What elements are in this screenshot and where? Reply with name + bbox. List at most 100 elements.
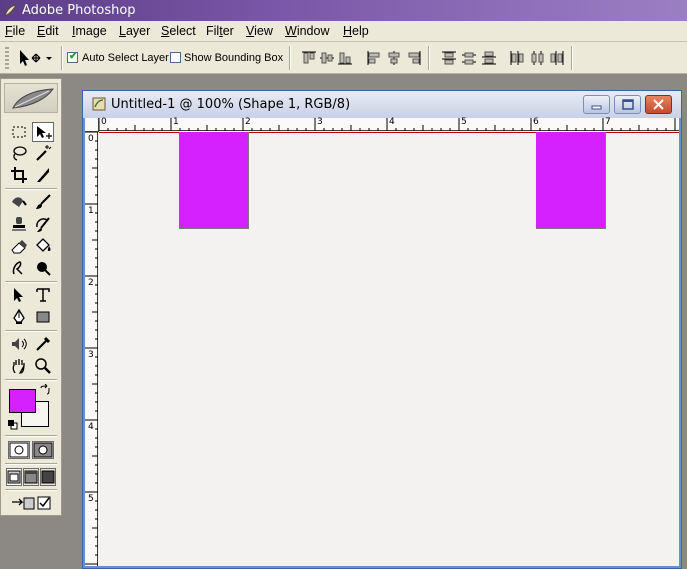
imageready-icon bbox=[12, 496, 51, 510]
marquee-tool[interactable] bbox=[8, 122, 30, 142]
magenta-rectangle-shape[interactable] bbox=[536, 132, 606, 229]
pen-nib-icon bbox=[13, 308, 25, 324]
standard-mode-button[interactable] bbox=[8, 441, 30, 459]
menu-help[interactable]: Help bbox=[343, 24, 369, 38]
lasso-tool[interactable] bbox=[8, 143, 30, 163]
eraser-tool[interactable] bbox=[8, 236, 30, 256]
smudge-finger-icon bbox=[12, 261, 23, 275]
dodge-icon bbox=[37, 262, 51, 276]
align-bottom-edges-icon[interactable] bbox=[336, 49, 354, 67]
toolbox-separator bbox=[5, 463, 57, 465]
rectangle-shape-tool[interactable] bbox=[32, 307, 54, 327]
rectangular-marquee-icon bbox=[12, 126, 26, 138]
distribute-bottom-icon[interactable] bbox=[480, 49, 498, 67]
default-colors-icon[interactable] bbox=[8, 420, 18, 430]
align-left-edges-icon[interactable] bbox=[365, 49, 383, 67]
align-horizontal-centers-icon[interactable] bbox=[385, 49, 403, 67]
path-selection-tool[interactable] bbox=[8, 285, 30, 305]
checkmark-icon: ✔ bbox=[69, 51, 78, 62]
auto-select-layer-checkbox[interactable]: ✔ bbox=[67, 51, 78, 63]
align-right-edges-icon[interactable] bbox=[405, 49, 423, 67]
history-brush-icon bbox=[36, 217, 50, 232]
foreground-color-swatch[interactable] bbox=[9, 389, 36, 413]
ruler-origin[interactable] bbox=[85, 118, 99, 132]
toolbox-separator bbox=[5, 330, 57, 332]
pen-tool[interactable] bbox=[8, 307, 30, 327]
distribute-vertical-centers-icon[interactable] bbox=[460, 49, 478, 67]
brush-tool[interactable] bbox=[32, 192, 54, 212]
options-separator bbox=[61, 46, 63, 70]
options-bar: ✔ Auto Select Layer Show Bounding Box bbox=[0, 42, 687, 74]
toolbox-header[interactable] bbox=[4, 83, 58, 113]
menu-edit[interactable]: Edit bbox=[37, 24, 59, 38]
options-separator bbox=[289, 46, 291, 70]
options-separator bbox=[428, 46, 430, 70]
menu-filter-pre: Fil bbox=[206, 24, 220, 38]
minimize-button[interactable] bbox=[583, 95, 610, 114]
menu-window-mnemonic: W bbox=[285, 24, 297, 38]
swap-colors-icon[interactable] bbox=[39, 384, 51, 396]
type-t-icon bbox=[36, 288, 50, 302]
menu-window[interactable]: Window bbox=[285, 24, 329, 38]
lasso-icon bbox=[13, 146, 27, 161]
hand-tool[interactable] bbox=[8, 356, 30, 376]
distribute-top-icon[interactable] bbox=[440, 49, 458, 67]
ruler-h-label: 6 bbox=[533, 117, 539, 127]
menu-edit-rest: dit bbox=[45, 24, 59, 38]
paint-bucket-tool[interactable] bbox=[32, 236, 54, 256]
menu-select-rest: elect bbox=[169, 24, 196, 38]
healing-brush-tool[interactable] bbox=[8, 192, 30, 212]
app-title: Adobe Photoshop bbox=[22, 3, 136, 18]
quick-mask-icon bbox=[33, 442, 53, 458]
align-vertical-centers-icon[interactable] bbox=[318, 49, 336, 67]
jump-to-imageready-button[interactable] bbox=[8, 493, 54, 513]
minimize-icon bbox=[591, 105, 602, 110]
eraser-icon bbox=[11, 240, 27, 254]
options-separator bbox=[571, 46, 573, 70]
distribute-right-icon[interactable] bbox=[548, 49, 566, 67]
ruler-v-label: 2 bbox=[88, 278, 94, 288]
magenta-rectangle-shape[interactable] bbox=[179, 132, 249, 229]
menu-file[interactable]: File bbox=[5, 24, 25, 38]
slice-tool[interactable] bbox=[32, 165, 54, 185]
crop-icon bbox=[11, 167, 27, 183]
show-bounding-box-checkbox[interactable] bbox=[170, 52, 181, 63]
eyedropper-tool[interactable] bbox=[32, 334, 54, 354]
menu-layer-mnemonic: L bbox=[119, 24, 126, 38]
tool-preset-picker[interactable] bbox=[14, 47, 56, 69]
full-screen-menu-mode-button[interactable] bbox=[23, 468, 39, 486]
menu-layer[interactable]: Layer bbox=[119, 24, 150, 38]
magic-wand-tool[interactable] bbox=[32, 143, 54, 163]
standard-screen-mode-button[interactable] bbox=[6, 468, 22, 486]
align-top-edges-icon[interactable] bbox=[300, 49, 318, 67]
clone-stamp-tool[interactable] bbox=[8, 214, 30, 234]
history-brush-tool[interactable] bbox=[32, 214, 54, 234]
full-screen-mode-button[interactable] bbox=[40, 468, 56, 486]
document-canvas-area[interactable]: 0 1 2 3 4 5 6 7 0 1 2 3 4 5 bbox=[85, 117, 679, 566]
menu-view[interactable]: View bbox=[246, 24, 273, 38]
ruler-h-label: 4 bbox=[389, 117, 395, 127]
toolbox-separator bbox=[5, 489, 57, 491]
document-title-bar[interactable]: Untitled-1 @ 100% (Shape 1, RGB/8) bbox=[83, 91, 681, 118]
options-bar-grip[interactable] bbox=[5, 47, 9, 69]
vertical-ruler[interactable]: 0 1 2 3 4 5 bbox=[85, 131, 98, 566]
menu-image[interactable]: Image bbox=[72, 24, 107, 38]
notes-tool[interactable] bbox=[8, 334, 30, 354]
distribute-horizontal-centers-icon[interactable] bbox=[528, 49, 546, 67]
blur-tool[interactable] bbox=[8, 258, 30, 278]
menu-select[interactable]: Select bbox=[161, 24, 196, 38]
dodge-tool[interactable] bbox=[32, 258, 54, 278]
toolbox-separator bbox=[5, 379, 57, 381]
type-tool[interactable] bbox=[32, 285, 54, 305]
quick-mask-mode-button[interactable] bbox=[32, 441, 54, 459]
maximize-button[interactable] bbox=[614, 95, 641, 114]
menu-filter-rest: er bbox=[222, 24, 234, 38]
zoom-tool[interactable] bbox=[32, 356, 54, 376]
crop-tool[interactable] bbox=[8, 165, 30, 185]
menu-filter[interactable]: Filter bbox=[206, 24, 234, 38]
horizontal-ruler[interactable]: 0 1 2 3 4 5 6 7 bbox=[85, 117, 679, 131]
document-window: Untitled-1 @ 100% (Shape 1, RGB/8) 0 1 2 3 4… bbox=[82, 90, 682, 569]
close-button[interactable] bbox=[645, 95, 672, 114]
distribute-left-icon[interactable] bbox=[508, 49, 526, 67]
move-tool[interactable] bbox=[32, 122, 54, 142]
